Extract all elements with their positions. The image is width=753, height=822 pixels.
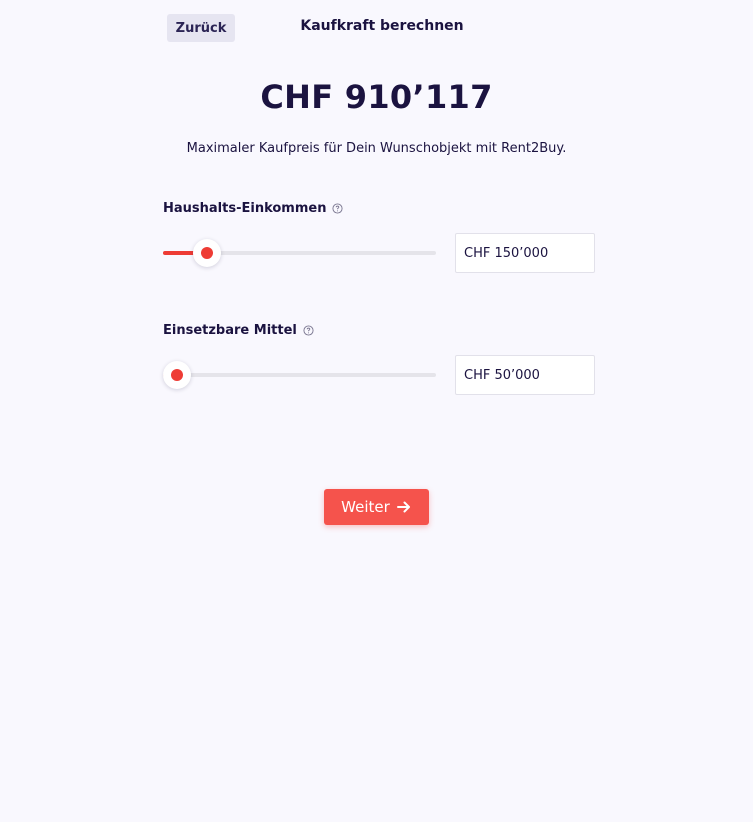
funds-label: Einsetzbare Mittel: [163, 323, 314, 338]
income-label-text: Haushalts-Einkommen: [163, 201, 327, 216]
slider-thumb[interactable]: [162, 361, 191, 389]
question-circle-icon[interactable]: [303, 325, 314, 336]
slider-track: [163, 373, 436, 377]
amount-description: Maximaler Kaufpreis für Dein Wunschobjek…: [186, 141, 567, 156]
page-title: Kaufkraft berechnen: [300, 18, 464, 34]
funds-input[interactable]: [455, 355, 595, 395]
funds-slider[interactable]: [162, 360, 436, 390]
arrow-right-icon: [396, 501, 410, 513]
purchase-power-amount: CHF 910’117: [260, 78, 493, 116]
income-input[interactable]: [455, 233, 595, 273]
income-slider[interactable]: [163, 238, 436, 268]
income-label: Haushalts-Einkommen: [163, 201, 344, 216]
slider-thumb[interactable]: [192, 239, 221, 267]
question-circle-icon[interactable]: [332, 203, 344, 214]
funds-label-text: Einsetzbare Mittel: [163, 323, 297, 338]
page: Zurück Kaufkraft berechnen CHF 910’117 M…: [0, 0, 753, 822]
next-button[interactable]: Weiter: [324, 489, 429, 525]
next-button-label: Weiter: [341, 498, 390, 516]
